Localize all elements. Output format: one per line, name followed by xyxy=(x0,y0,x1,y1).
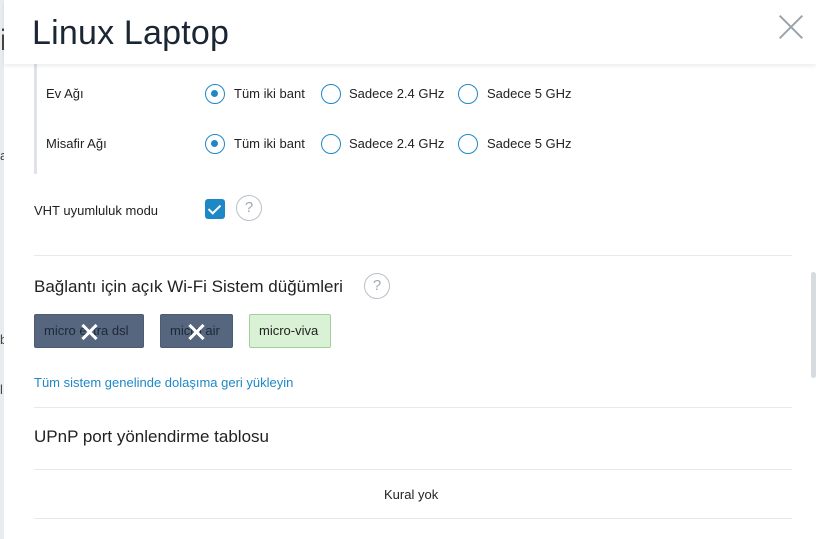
help-icon[interactable]: ? xyxy=(236,195,262,221)
remove-icon[interactable] xyxy=(188,324,204,340)
guest-radio-2-4ghz[interactable] xyxy=(321,134,341,154)
divider xyxy=(34,518,792,519)
upnp-empty-text: Kural yok xyxy=(384,487,439,502)
dialog-title: Linux Laptop xyxy=(32,14,230,52)
dialog-header: Linux Laptop xyxy=(4,0,816,64)
reset-roaming-link[interactable]: Tüm sistem genelinde dolaşıma geri yükle… xyxy=(34,375,293,390)
guest-radio-label: Sadece 2.4 GHz xyxy=(349,136,445,151)
device-settings-dialog: Linux Laptop Ev Ağı Tüm iki bant Sadece … xyxy=(4,0,816,539)
home-network-label: Ev Ağı xyxy=(46,86,84,101)
guest-radio-label: Tüm iki bant xyxy=(234,136,305,151)
node-chip-micro-extra-dsl[interactable]: micro extra dsl xyxy=(34,314,144,348)
home-radio-5ghz[interactable] xyxy=(458,84,478,104)
divider xyxy=(34,407,792,408)
home-radio-both-bands[interactable] xyxy=(205,84,225,104)
close-icon[interactable] xyxy=(778,14,804,40)
home-radio-label: Tüm iki bant xyxy=(234,86,305,101)
vht-checkbox[interactable] xyxy=(205,199,225,219)
guest-radio-label: Sadece 5 GHz xyxy=(487,136,572,151)
guest-radio-both-bands[interactable] xyxy=(205,134,225,154)
vht-label: VHT uyumluluk modu xyxy=(34,203,159,218)
nodes-section-title: Bağlantı için açık Wi-Fi Sistem düğümler… xyxy=(34,277,343,296)
scrollbar-thumb[interactable] xyxy=(811,272,816,378)
help-icon[interactable]: ? xyxy=(364,273,390,299)
node-chip-label: micro-viva xyxy=(259,323,319,338)
node-chip-micro-viva[interactable]: micro-viva xyxy=(249,314,331,348)
home-radio-label: Sadece 5 GHz xyxy=(487,86,572,101)
divider xyxy=(34,469,792,470)
home-radio-label: Sadece 2.4 GHz xyxy=(349,86,445,101)
band-group-indicator xyxy=(34,64,37,174)
upnp-section-title: UPnP port yönlendirme tablosu xyxy=(34,427,269,446)
guest-network-label: Misafir Ağı xyxy=(46,136,107,151)
dialog-body[interactable]: Ev Ağı Tüm iki bant Sadece 2.4 GHz Sadec… xyxy=(4,64,816,539)
guest-radio-5ghz[interactable] xyxy=(458,134,478,154)
node-chip-micro-air[interactable]: micro air xyxy=(160,314,233,348)
divider xyxy=(34,255,792,256)
remove-icon[interactable] xyxy=(81,324,97,340)
home-radio-2-4ghz[interactable] xyxy=(321,84,341,104)
